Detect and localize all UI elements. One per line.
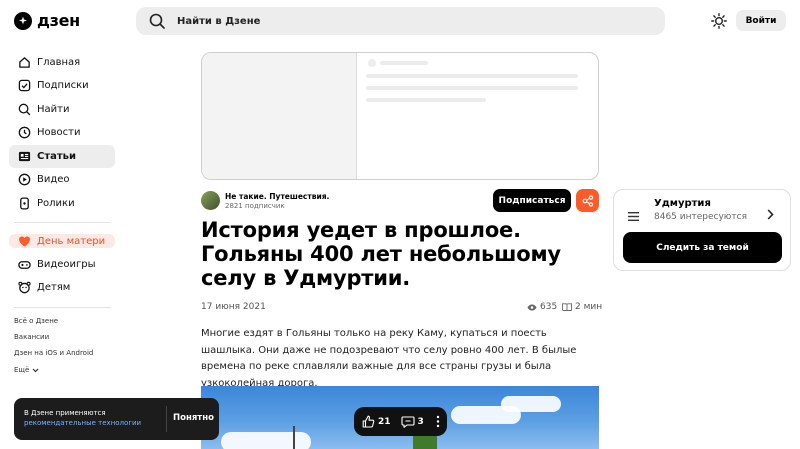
share-icon bbox=[582, 194, 593, 207]
notice-accept-button[interactable]: Понятно bbox=[173, 413, 214, 423]
more-button[interactable] bbox=[436, 415, 440, 428]
reaction-bar: 21 3 bbox=[354, 407, 447, 436]
logo-text: дзен bbox=[37, 11, 80, 30]
read-time-value: 2 мин bbox=[575, 302, 603, 312]
sidebar-item-label: Найти bbox=[37, 104, 70, 115]
search-placeholder: Найти в Дзене bbox=[177, 15, 261, 27]
footer-link-apps[interactable]: Дзен на iOS и Android bbox=[14, 349, 93, 357]
sidebar-item-kids[interactable]: Детям bbox=[9, 276, 115, 299]
search-input[interactable]: Найти в Дзене bbox=[136, 7, 665, 35]
sidebar-item-label: Видео bbox=[37, 174, 70, 185]
footer-link-more-label: Ещё bbox=[14, 366, 30, 374]
notice-message: В Дзене применяются bbox=[24, 409, 106, 417]
article-title: История уедет в прошлое. Гольяны 400 лет… bbox=[201, 218, 561, 290]
share-button[interactable] bbox=[576, 189, 599, 212]
preview-line bbox=[366, 86, 578, 90]
sidebar-divider bbox=[14, 222, 111, 223]
follow-topic-button[interactable]: Следить за темой bbox=[623, 232, 782, 263]
cloud-shape bbox=[501, 396, 561, 412]
sidebar-item-mothers-day[interactable]: День матери bbox=[9, 234, 115, 248]
article-body: Многие ездят в Гольяны только на реку Ка… bbox=[201, 328, 577, 389]
article-views: 635 bbox=[527, 302, 557, 312]
dzen-logo[interactable]: дзен bbox=[14, 11, 80, 30]
articles-icon bbox=[17, 150, 31, 164]
news-icon bbox=[17, 126, 31, 140]
sidebar-item-video[interactable]: Видео bbox=[9, 168, 115, 191]
gamepad-icon bbox=[17, 258, 31, 272]
views-count: 635 bbox=[540, 302, 558, 312]
search-icon bbox=[149, 13, 165, 29]
footer-link-more[interactable]: Ещё bbox=[14, 366, 39, 374]
subscriptions-icon bbox=[17, 79, 31, 93]
photo-pole bbox=[293, 426, 295, 449]
topic-interested-count: 8465 интересуются bbox=[654, 212, 747, 222]
likes-count: 21 bbox=[378, 416, 391, 427]
video-icon bbox=[17, 173, 31, 187]
preview-line bbox=[380, 61, 428, 65]
clips-icon bbox=[17, 197, 31, 211]
sidebar-item-articles[interactable]: Статьи bbox=[9, 145, 115, 168]
chevron-right-icon[interactable] bbox=[767, 205, 774, 224]
like-button[interactable]: 21 bbox=[362, 415, 391, 428]
home-icon bbox=[17, 56, 31, 70]
menu-lines-icon bbox=[628, 206, 639, 225]
notice-text: В Дзене применяются рекомендательные тех… bbox=[24, 408, 141, 428]
article-read-time: 2 мин bbox=[562, 302, 602, 312]
embedded-preview bbox=[201, 52, 599, 180]
preview-line bbox=[366, 74, 578, 78]
sidebar-item-label: Детям bbox=[37, 282, 71, 293]
more-vertical-icon bbox=[436, 415, 439, 428]
sidebar-item-label: День матери bbox=[37, 235, 106, 247]
search-icon bbox=[17, 103, 31, 117]
chevron-down-icon bbox=[32, 368, 39, 372]
sidebar-item-label: Подписки bbox=[37, 80, 89, 91]
topic-card: Удмуртия 8465 интересуются Следить за те… bbox=[613, 189, 791, 271]
login-button[interactable]: Войти bbox=[736, 10, 786, 31]
sidebar-item-home[interactable]: Главная bbox=[9, 51, 115, 74]
sidebar-divider bbox=[14, 307, 111, 308]
article-date: 17 июня 2021 bbox=[201, 302, 266, 312]
sidebar-item-label: Видеоигры bbox=[37, 259, 96, 270]
book-icon bbox=[562, 303, 572, 311]
theme-toggle-button[interactable] bbox=[709, 11, 729, 31]
sidebar-item-label: Статьи bbox=[37, 151, 77, 162]
logo-mark-icon bbox=[14, 11, 32, 30]
footer-link-about[interactable]: Всё о Дзене bbox=[14, 317, 58, 325]
comments-button[interactable]: 3 bbox=[400, 415, 424, 428]
sidebar-item-search[interactable]: Найти bbox=[9, 98, 115, 121]
channel-name[interactable]: Не такие. Путешествия. bbox=[225, 192, 329, 201]
preview-line bbox=[366, 98, 486, 102]
eye-icon bbox=[527, 304, 537, 310]
heart-icon bbox=[17, 234, 31, 248]
sidebar-item-clips[interactable]: Ролики bbox=[9, 192, 115, 215]
preview-dot bbox=[368, 59, 376, 67]
notice-link[interactable]: рекомендательные технологии bbox=[24, 418, 141, 428]
channel-avatar[interactable] bbox=[201, 191, 220, 210]
footer-link-jobs[interactable]: Вакансии bbox=[14, 333, 49, 341]
topic-name[interactable]: Удмуртия bbox=[654, 198, 711, 209]
sidebar-item-label: Ролики bbox=[37, 198, 75, 209]
sun-icon bbox=[711, 13, 727, 29]
channel-subscribers: 2821 подписчик bbox=[225, 202, 285, 210]
sidebar-item-subscriptions[interactable]: Подписки bbox=[9, 74, 115, 97]
sidebar-item-videogames[interactable]: Видеоигры bbox=[9, 253, 115, 276]
thumbs-up-icon bbox=[362, 415, 375, 428]
sidebar-item-label: Новости bbox=[37, 127, 81, 138]
comments-count: 3 bbox=[417, 416, 424, 427]
cloud-shape bbox=[221, 432, 311, 449]
preview-image-placeholder bbox=[202, 53, 357, 179]
subscribe-button[interactable]: Подписаться bbox=[493, 189, 571, 212]
sidebar-item-news[interactable]: Новости bbox=[9, 121, 115, 144]
comment-icon bbox=[400, 415, 415, 428]
sidebar-item-label: Главная bbox=[37, 57, 81, 68]
recommendation-notice: В Дзене применяются рекомендательные тех… bbox=[14, 398, 219, 440]
kids-icon bbox=[17, 281, 31, 295]
notice-divider bbox=[166, 406, 167, 432]
